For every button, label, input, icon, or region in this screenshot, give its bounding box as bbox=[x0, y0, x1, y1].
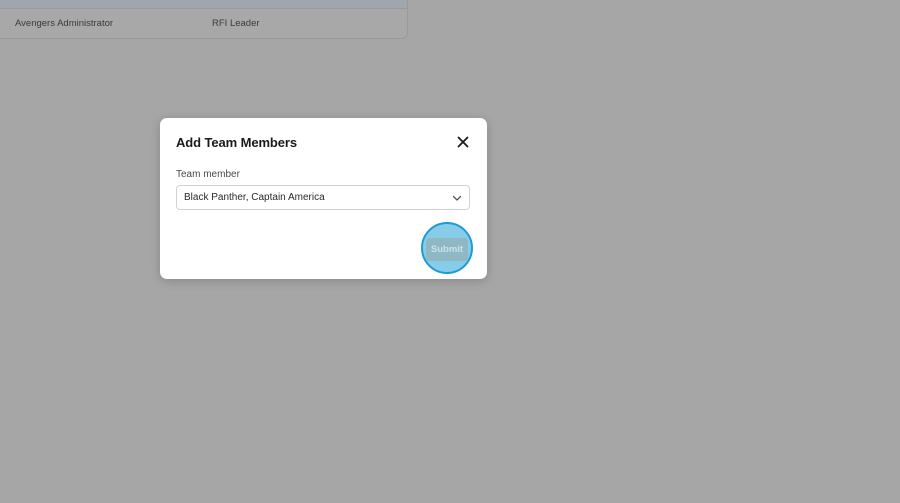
add-team-members-dialog: Add Team Members Team member Black Panth… bbox=[160, 118, 487, 279]
team-member-selected-value: Black Panther, Captain America bbox=[184, 192, 325, 203]
team-member-select[interactable]: Black Panther, Captain America bbox=[176, 185, 470, 210]
members-table: Avengers Administrator RFI Leader bbox=[0, 0, 408, 39]
submit-button[interactable]: Submit bbox=[426, 238, 468, 261]
table-header bbox=[0, 0, 407, 9]
team-member-label: Team member bbox=[176, 169, 240, 180]
close-button[interactable] bbox=[456, 135, 470, 149]
dialog-title: Add Team Members bbox=[176, 135, 297, 150]
chevron-down-icon bbox=[452, 195, 462, 201]
member-role-cell: RFI Leader bbox=[212, 18, 260, 29]
member-name-cell: Avengers Administrator bbox=[15, 18, 114, 29]
table-row: Avengers Administrator RFI Leader bbox=[0, 9, 407, 39]
close-icon bbox=[457, 136, 469, 148]
